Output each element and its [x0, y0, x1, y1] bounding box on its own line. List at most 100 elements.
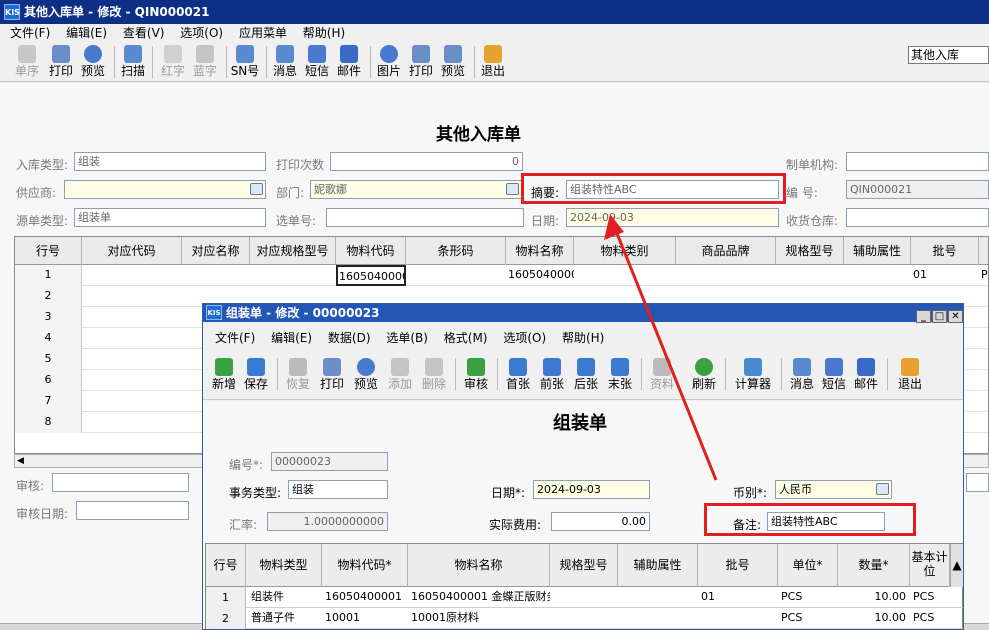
d-col-spec[interactable]: 规格型号 — [550, 544, 618, 587]
lookup-icon[interactable] — [250, 183, 263, 195]
batch-cell[interactable]: 01 — [913, 265, 973, 285]
exit-button[interactable]: 退出 — [476, 44, 510, 80]
dmenu-format[interactable]: 格式(M) — [444, 331, 488, 345]
d-unit-cell[interactable]: PCS — [778, 587, 824, 608]
date-field[interactable]: 2024-09-03 — [566, 208, 779, 227]
d-item-name-cell[interactable]: 16050400001 金蝶正版财务 — [408, 587, 550, 608]
d-item-code-cell[interactable]: 10001 — [322, 608, 408, 629]
menu-help[interactable]: 帮助(H) — [303, 26, 345, 40]
col-item-name[interactable]: 物料名称 — [506, 237, 574, 265]
in-type-field[interactable]: 组装 — [74, 152, 266, 171]
d-item-code-cell[interactable]: 16050400001 — [322, 587, 408, 608]
col-ref-code[interactable]: 对应代码 — [82, 237, 182, 265]
d-col-base-unit[interactable]: 基本计位 — [910, 544, 950, 587]
d-table-row[interactable]: 2 普通子件 10001 10001原材料 PCS 10.00 PCS — [206, 608, 963, 629]
refresh-button[interactable]: 刷新 — [687, 357, 721, 393]
sel-no-field[interactable] — [326, 208, 524, 227]
d-col-row-no[interactable]: 行号 — [206, 544, 246, 587]
delete-row-button[interactable]: 删除 — [417, 357, 451, 393]
mail-button[interactable]: 邮件 — [849, 357, 883, 393]
calculator-button[interactable]: 计算器 — [731, 357, 775, 393]
d-col-item-code[interactable]: 物料代码* — [322, 544, 408, 587]
preview-button[interactable]: 预览 — [349, 357, 383, 393]
d-col-qty[interactable]: 数量* — [838, 544, 910, 587]
col-brand[interactable]: 商品品牌 — [676, 237, 776, 265]
menu-view[interactable]: 查看(V) — [123, 26, 165, 40]
menu-apps[interactable]: 应用菜单 — [239, 26, 287, 40]
scan-button[interactable]: 扫描 — [116, 44, 150, 80]
d-actual-fee-field[interactable]: 0.00 — [551, 512, 650, 531]
lookup-icon[interactable] — [876, 483, 889, 495]
unit-cell[interactable]: P — [981, 265, 988, 285]
table-row[interactable]: 1 16050400001 16050400001 01 P — [15, 265, 988, 286]
d-qty-cell[interactable]: 10.00 — [838, 587, 908, 608]
dept-field[interactable]: 妮歌娜 — [310, 180, 522, 199]
col-item-category[interactable]: 物料类别 — [574, 237, 676, 265]
save-button[interactable]: 保存 — [239, 357, 273, 393]
d-base-unit-cell[interactable]: PCS — [910, 608, 950, 629]
d-item-name-cell[interactable]: 10001原材料 — [408, 608, 550, 629]
menu-options[interactable]: 选项(O) — [180, 26, 223, 40]
picture-button[interactable]: 图片 — [372, 44, 406, 80]
col-barcode[interactable]: 条形码 — [406, 237, 506, 265]
item-code-cell[interactable]: 16050400001 — [336, 265, 406, 286]
d-batch-cell[interactable]: 01 — [698, 587, 758, 608]
add-row-button[interactable]: 添加 — [383, 357, 417, 393]
col-item-code[interactable]: 物料代码 — [336, 237, 406, 265]
dmenu-file[interactable]: 文件(F) — [215, 331, 255, 345]
sn-button[interactable]: SN号 — [228, 44, 262, 80]
d-biz-type-field[interactable]: 组装 — [288, 480, 388, 499]
d-col-item-name[interactable]: 物料名称 — [408, 544, 550, 587]
preview2-button[interactable]: 预览 — [436, 44, 470, 80]
d-date-field[interactable]: 2024-09-03 — [533, 480, 650, 499]
next-button[interactable]: 后张 — [569, 357, 603, 393]
undo-button[interactable]: 恢复 — [281, 357, 315, 393]
d-item-type-cell[interactable]: 普通子件 — [248, 608, 322, 629]
message-button[interactable]: 消息 — [268, 44, 302, 80]
d-col-unit[interactable]: 单位* — [778, 544, 838, 587]
col-ref-name[interactable]: 对应名称 — [182, 237, 250, 265]
d-col-aux-attr[interactable]: 辅助属性 — [618, 544, 698, 587]
preview-button[interactable]: 预览 — [76, 44, 110, 80]
d-currency-field[interactable]: 人民币 — [775, 480, 892, 499]
audit-button[interactable]: 审核 — [459, 357, 493, 393]
d-qty-cell[interactable]: 10.00 — [838, 608, 908, 629]
col-aux-attr[interactable]: 辅助属性 — [844, 237, 911, 265]
d-unit-cell[interactable]: PCS — [778, 608, 824, 629]
d-col-batch[interactable]: 批号 — [698, 544, 778, 587]
d-grid-scroll-up-icon[interactable]: ▲ — [950, 544, 963, 587]
d-batch-cell[interactable] — [698, 608, 758, 629]
d-base-unit-cell[interactable]: PCS — [910, 587, 950, 608]
print-button[interactable]: 打印 — [44, 44, 78, 80]
scroll-left-icon[interactable]: ◀ — [17, 456, 24, 466]
dmenu-help[interactable]: 帮助(H) — [562, 331, 604, 345]
print2-button[interactable]: 打印 — [404, 44, 438, 80]
menu-edit[interactable]: 编辑(E) — [66, 26, 107, 40]
new-button[interactable]: 新增 — [207, 357, 241, 393]
data-button[interactable]: 资料 — [645, 357, 679, 393]
col-row-no[interactable]: 行号 — [15, 237, 82, 265]
menu-file[interactable]: 文件(F) — [10, 26, 50, 40]
maker-org-field[interactable] — [846, 152, 989, 171]
print-button[interactable]: 打印 — [315, 357, 349, 393]
col-batch[interactable]: 批号 — [911, 237, 979, 265]
first-button[interactable]: 首张 — [501, 357, 535, 393]
sms-button[interactable]: 短信 — [300, 44, 334, 80]
mail-button[interactable]: 邮件 — [332, 44, 366, 80]
d-item-type-cell[interactable]: 组装件 — [248, 587, 322, 608]
warehouse-field[interactable] — [846, 208, 989, 227]
lookup-icon[interactable] — [506, 183, 519, 195]
item-name-cell[interactable]: 16050400001 — [508, 265, 574, 285]
d-col-item-type[interactable]: 物料类型 — [246, 544, 322, 587]
dmenu-options[interactable]: 选项(O) — [503, 331, 546, 345]
dmenu-data[interactable]: 数据(D) — [328, 331, 371, 345]
prev-button[interactable]: 前张 — [535, 357, 569, 393]
sort-button[interactable]: 单序 — [10, 44, 44, 80]
dmenu-edit[interactable]: 编辑(E) — [271, 331, 312, 345]
col-unit[interactable]: P — [979, 237, 988, 265]
col-spec[interactable]: 规格型号 — [776, 237, 844, 265]
blue-text-button[interactable]: 蓝字 — [188, 44, 222, 80]
dialog-entry-grid[interactable]: 行号 物料类型 物料代码* 物料名称 规格型号 辅助属性 批号 单位* 数量* … — [205, 543, 963, 629]
doc-type-select[interactable]: 其他入库 — [908, 46, 989, 64]
sms-button[interactable]: 短信 — [817, 357, 851, 393]
